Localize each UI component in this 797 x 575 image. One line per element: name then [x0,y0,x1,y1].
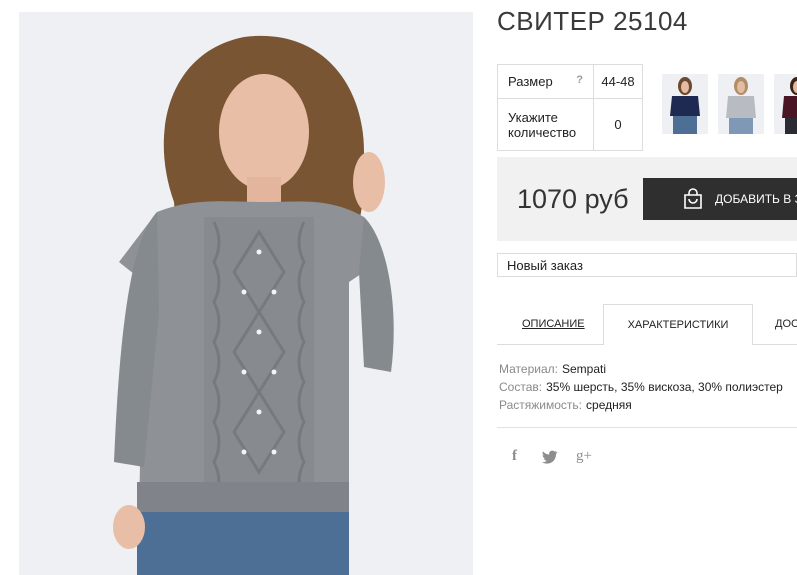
size-help-icon[interactable]: ? [576,74,583,86]
size-select[interactable]: 44-48 [593,64,643,99]
spec-value: Sempati [561,362,606,376]
thumb-navy-sweater[interactable] [662,74,708,134]
size-label: Размер [508,74,553,89]
product-params-table: Размер ? 44-48 Укажите количество 0 [497,64,643,151]
thumb-grey-sweater[interactable] [718,74,764,134]
thumb-burgundy-sweater[interactable] [774,74,797,134]
size-label-cell: Размер ? [497,64,594,99]
product-main-photo[interactable] [19,12,473,575]
spec-row: Растяжимость: средняя [499,396,783,414]
spec-row: Состав: 35% шерсть, 35% вискоза, 30% поли… [499,378,783,396]
product-title: СВИТЕР 25104 [497,6,688,36]
size-row: Размер ? 44-48 [497,64,643,99]
googleplus-icon[interactable]: g+ [576,448,592,465]
quantity-row: Укажите количество 0 [497,98,643,151]
product-price: 1070 руб [517,184,629,214]
tab-delivery[interactable]: ДОС [775,304,797,345]
spec-key: Состав: [499,380,543,394]
quantity-label: Укажите количество [497,98,594,151]
product-specs: Материал: Sempati Состав: 35% шерсть, 35% … [499,360,783,414]
spec-row: Материал: Sempati [499,360,783,378]
spec-value: средняя [586,398,632,412]
add-to-cart-label: ДОБАВИТЬ В З [715,192,797,206]
order-select[interactable]: Новый заказ [497,253,797,277]
facebook-icon[interactable]: f [512,448,517,465]
spec-value: 35% шерсть, 35% вискоза, 30% полиэстер [546,380,783,394]
tab-description[interactable]: ОПИСАНИЕ [522,304,585,345]
spec-key: Материал: [499,362,558,376]
add-to-cart-button[interactable]: ДОБАВИТЬ В З [643,178,797,220]
tab-characteristics[interactable]: ХАРАКТЕРИСТИКИ [603,304,753,345]
product-tabs: ОПИСАНИЕ ХАРАКТЕРИСТИКИ ДОС [497,304,797,345]
section-divider [497,427,797,428]
shopping-bag-icon [681,187,705,214]
spec-key: Растяжимость: [499,398,583,412]
twitter-icon[interactable] [542,450,558,469]
quantity-input[interactable]: 0 [593,98,643,151]
buy-box: 1070 руб ДОБАВИТЬ В З [497,157,797,241]
